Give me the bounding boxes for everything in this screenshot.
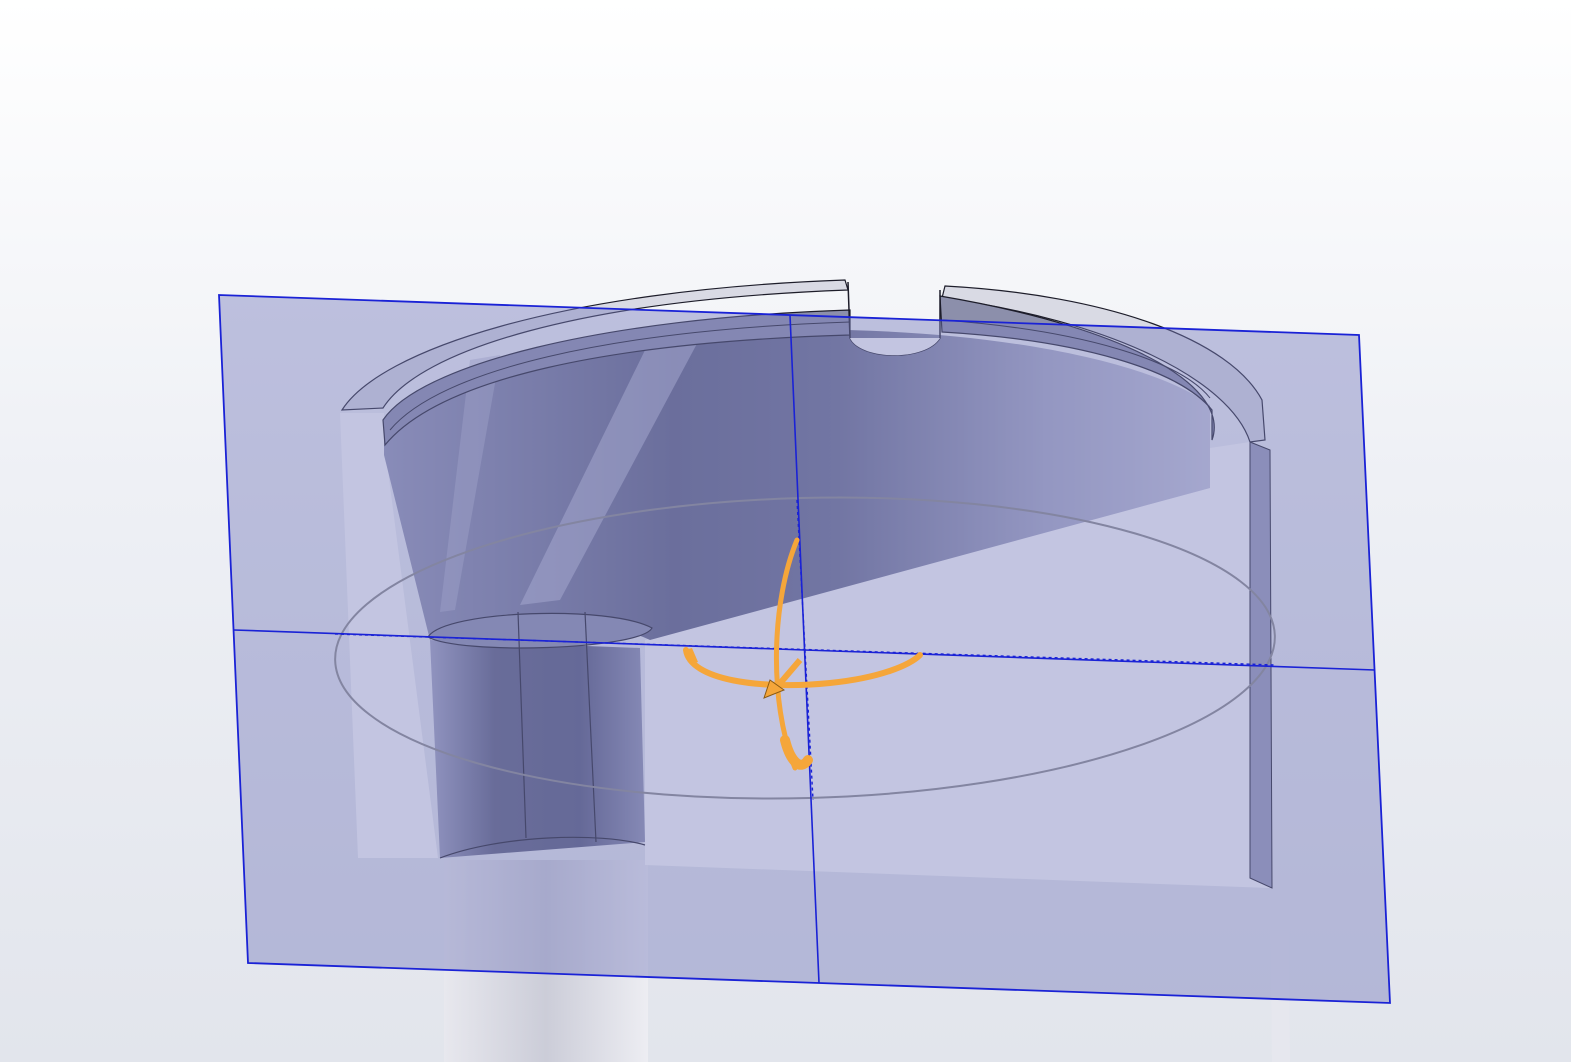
graphics-viewport[interactable] (0, 0, 1571, 1062)
model-canvas[interactable] (0, 0, 1571, 1062)
